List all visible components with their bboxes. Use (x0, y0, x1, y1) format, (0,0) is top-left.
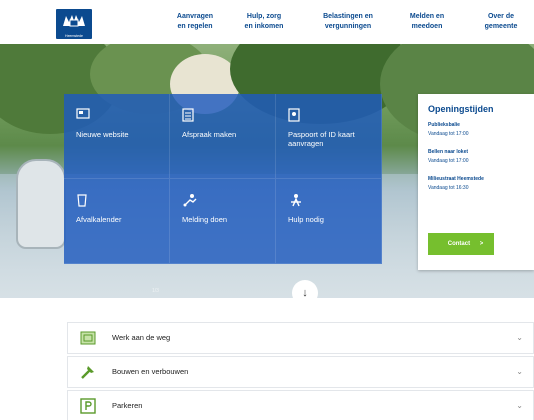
accordion-label: Parkeren (112, 401, 143, 410)
tile-hulp-nodig[interactable]: Hulp nodig (276, 179, 382, 264)
monitor-icon (76, 108, 90, 119)
nav-over-de-gemeente[interactable]: Over de gemeente (478, 12, 524, 32)
accordion-bouwen-en-verbouwen[interactable]: Bouwen en verbouwen ⌄ (67, 356, 534, 388)
hours-item-time: Vandaag tot 17:00 (428, 158, 469, 164)
tile-paspoort-aanvragen[interactable]: Paspoort of ID kaart aanvragen (276, 94, 382, 179)
nav-line: Over de (487, 13, 515, 20)
parking-icon (80, 398, 96, 414)
trash-bin-icon (77, 194, 87, 207)
nav-line: meedoen (411, 23, 443, 30)
accordion-werk-aan-de-weg[interactable]: Werk aan de weg ⌄ (67, 322, 534, 354)
hours-item-name[interactable]: Publieksbalie (428, 122, 524, 128)
hours-item-time: Vandaag tot 16:30 (428, 185, 469, 191)
opening-hours-card: Openingstijden Publieksbalie Vandaag tot… (418, 94, 534, 270)
nav-line: vergunningen (324, 23, 372, 30)
tile-label: Afvalkalender (76, 215, 122, 224)
nav-belastingen[interactable]: Belastingen en vergunningen (316, 12, 380, 32)
chevron-down-icon: ⌄ (516, 367, 523, 376)
quick-links-panel: Nieuwe website Afspraak maken Paspoort o… (64, 94, 382, 294)
scroll-down-button[interactable]: ↓ (292, 280, 318, 306)
coat-of-arms-icon (63, 15, 85, 27)
hours-item-time: Vandaag tot 17:00 (428, 131, 469, 137)
nav-line: gemeente (484, 23, 518, 30)
tile-melding-doen[interactable]: Melding doen (170, 179, 276, 264)
nav-hulp[interactable]: Hulp, zorg en inkomen (238, 12, 290, 32)
hours-item-name[interactable]: Bellen naar loket (428, 149, 524, 155)
nav-line: en inkomen (244, 23, 284, 30)
nav-melden[interactable]: Melden en meedoen (404, 12, 450, 32)
tile-afvalkalender[interactable]: Afvalkalender (64, 179, 170, 264)
chevron-down-icon: ⌄ (516, 401, 523, 410)
tile-afspraak-maken[interactable]: Afspraak maken (170, 94, 276, 179)
calendar-icon (182, 108, 194, 122)
chevron-down-icon: ⌄ (516, 333, 523, 342)
site-header: Heemstede Aanvragen en regelen Hulp, zor… (0, 0, 534, 44)
nav-line: en regelen (177, 23, 213, 30)
arrow-down-icon: ↓ (302, 287, 308, 299)
nav-line: Belastingen en (323, 13, 373, 20)
tile-label: Melding doen (182, 215, 228, 224)
accordion-label: Werk aan de weg (112, 333, 171, 342)
hero-banner: Nieuwe website Afspraak maken Paspoort o… (0, 44, 534, 298)
people-help-icon (291, 194, 301, 207)
tile-label: Paspoort of ID kaart aanvragen (288, 130, 355, 148)
nav-line: Aanvragen (176, 13, 214, 20)
nav-line: Melden en (409, 13, 445, 20)
accordion-parkeren[interactable]: Parkeren ⌄ (67, 390, 534, 420)
accordion-label: Bouwen en verbouwen (112, 367, 189, 376)
opening-hours-title: Openingstijden (428, 104, 494, 114)
municipality-logo[interactable]: Heemstede (56, 9, 92, 39)
contact-button-label: Contact (447, 241, 471, 247)
tiles-page-counter: 1/3 (152, 288, 159, 294)
hours-item-name[interactable]: Milieustraat Heemstede (428, 176, 524, 182)
tile-label: Hulp nodig (288, 215, 324, 224)
nav-line: Hulp, zorg (246, 13, 282, 20)
road-sign-icon (80, 331, 96, 345)
chevron-right-icon: > (479, 241, 484, 247)
passport-icon (288, 108, 300, 122)
report-person-icon (183, 194, 197, 207)
nav-aanvragen[interactable]: Aanvragen en regelen (170, 12, 220, 32)
hero-boat (16, 159, 66, 249)
hammer-icon (81, 366, 94, 379)
tile-nieuwe-website[interactable]: Nieuwe website (64, 94, 170, 179)
tile-label: Nieuwe website (76, 130, 129, 139)
contact-button[interactable]: Contact > (428, 233, 494, 255)
tile-label: Afspraak maken (182, 130, 237, 139)
logo-caption: Heemstede (65, 34, 83, 38)
